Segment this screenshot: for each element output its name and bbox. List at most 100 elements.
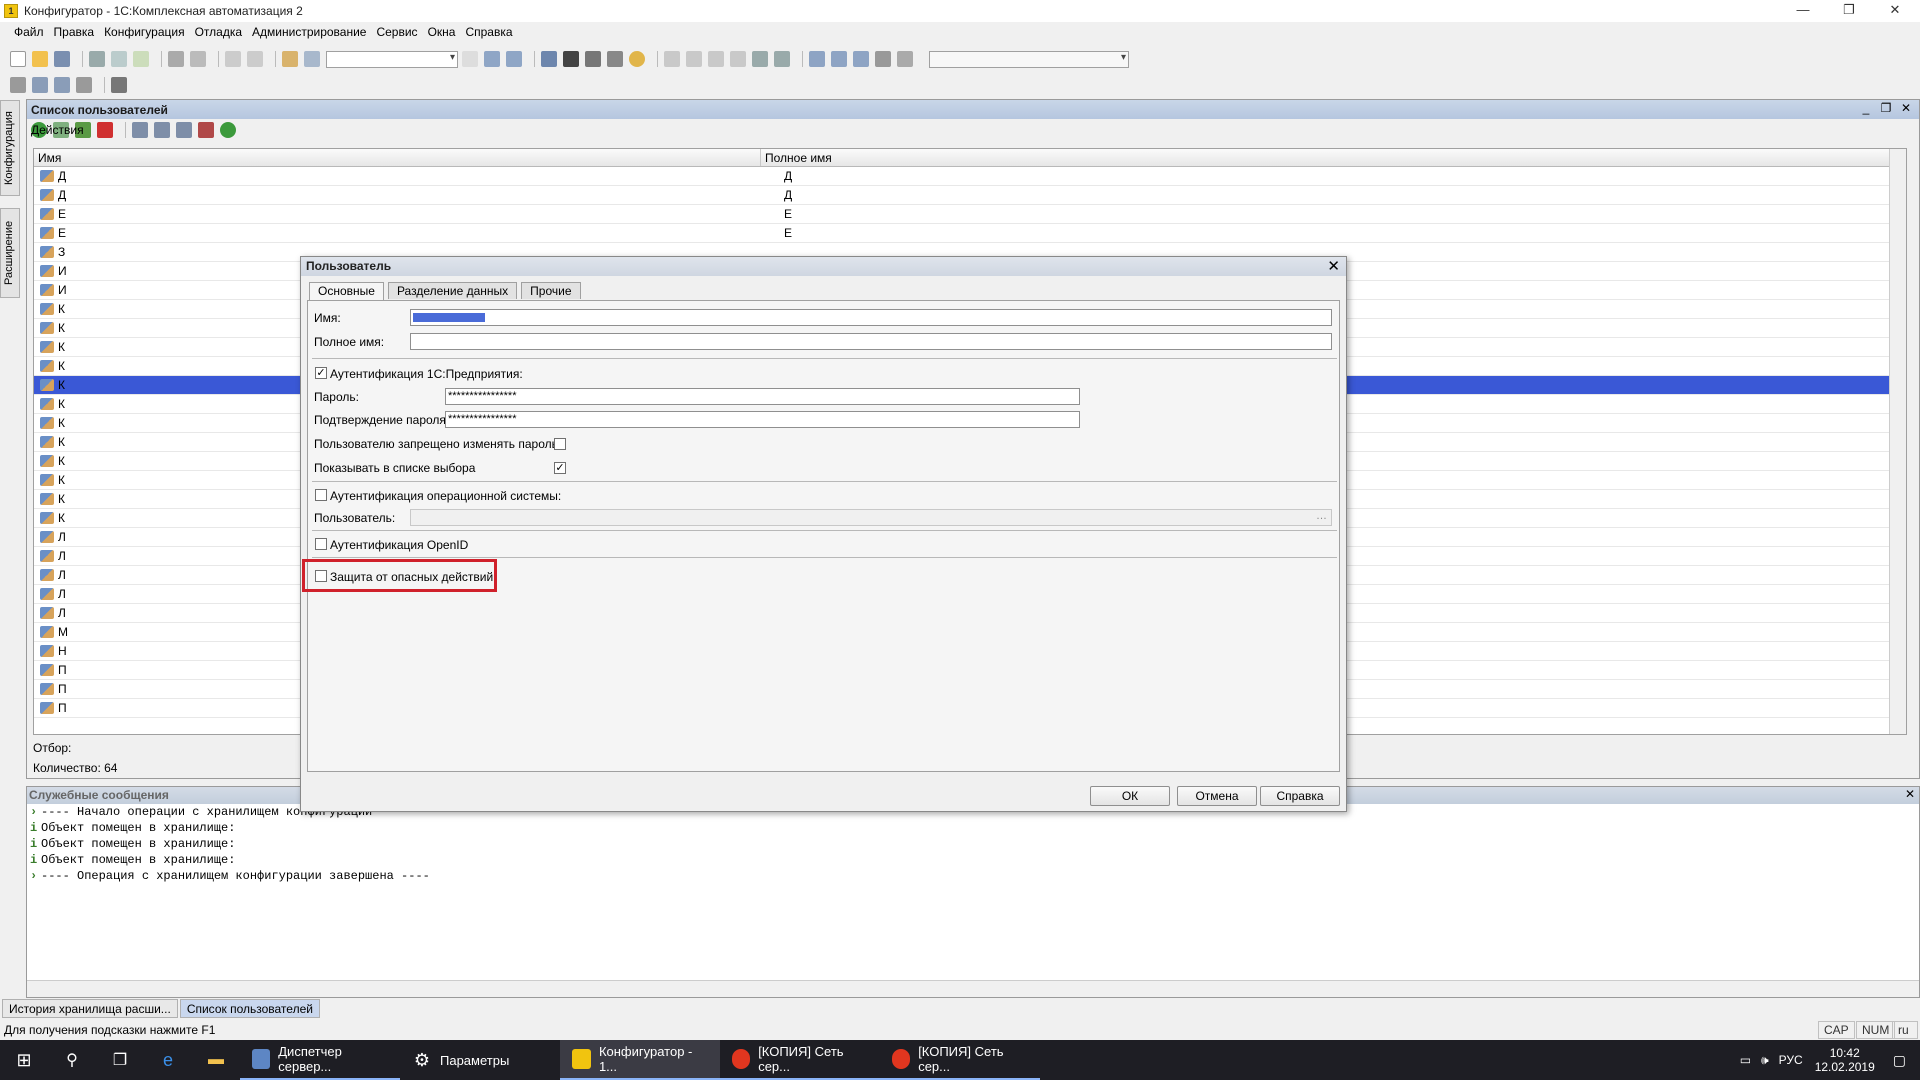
cut-icon[interactable] [89, 51, 105, 67]
undo-icon[interactable] [225, 51, 241, 67]
column-name-header[interactable]: Имя [34, 149, 761, 166]
step-icon[interactable] [774, 51, 790, 67]
search-icon[interactable] [304, 51, 320, 67]
taskbar-configurator[interactable]: Конфигуратор - 1... [560, 1040, 720, 1080]
tab-configuration[interactable]: Конфигурация [0, 100, 20, 196]
outdent-icon[interactable] [686, 51, 702, 67]
paste-icon[interactable] [133, 51, 149, 67]
name-field[interactable] [410, 309, 1332, 326]
repository-icon[interactable] [76, 77, 92, 93]
users-table-scrollbar[interactable] [1889, 149, 1906, 734]
menu-windows[interactable]: Окна [428, 25, 456, 39]
run-debug-icon[interactable] [752, 51, 768, 67]
redo-icon[interactable] [247, 51, 263, 67]
clock[interactable]: 10:42 12.02.2019 [1815, 1046, 1875, 1074]
input-language[interactable]: РУС [1779, 1053, 1803, 1067]
openid-checkbox[interactable] [315, 538, 327, 550]
module-icon[interactable] [585, 51, 601, 67]
ie-browser-icon[interactable]: e [144, 1040, 192, 1080]
clock-icon[interactable] [897, 51, 913, 67]
tab-repository-history[interactable]: История хранилища расши... [2, 998, 178, 1018]
tools-icon[interactable] [875, 51, 891, 67]
compare-icon[interactable] [54, 77, 70, 93]
taskbar-copy-1[interactable]: [КОПИЯ] Сеть сер... [720, 1040, 880, 1080]
taskbar-server-manager[interactable]: Диспетчер сервер... [240, 1040, 400, 1080]
uncomment-icon[interactable] [730, 51, 746, 67]
table-row[interactable]: ЕЕ [34, 224, 1906, 243]
clear-search-icon[interactable] [462, 51, 478, 67]
auth-os-checkbox[interactable] [315, 489, 327, 501]
tab-main[interactable]: Основные [309, 282, 384, 300]
restore-icon[interactable]: ❐ [1826, 0, 1872, 22]
minimize-icon[interactable]: _ [1857, 101, 1875, 115]
search-combo[interactable] [326, 50, 458, 68]
table-row[interactable]: ЕЕ [34, 205, 1906, 224]
os-user-field[interactable] [410, 509, 1332, 526]
fullname-field[interactable] [410, 333, 1332, 350]
syntax-check-icon[interactable] [563, 51, 579, 67]
protection-checkbox[interactable] [315, 570, 327, 582]
table-row[interactable]: ДД [34, 186, 1906, 205]
menu-service[interactable]: Сервис [376, 25, 417, 39]
windows-icon[interactable] [853, 51, 869, 67]
clear-filter-icon[interactable] [198, 122, 214, 138]
refresh-icon[interactable] [220, 122, 236, 138]
menu-administration[interactable]: Администрирование [252, 25, 366, 39]
confirm-password-field[interactable]: **************** [445, 411, 1080, 428]
print-preview-icon[interactable] [190, 51, 206, 67]
show-in-list-checkbox[interactable]: ✓ [554, 462, 566, 474]
panel-icon[interactable] [831, 51, 847, 67]
password-field[interactable]: **************** [445, 388, 1080, 405]
window-icon[interactable] [541, 51, 557, 67]
windows-start-icon[interactable]: ⊞ [0, 1040, 48, 1080]
notifications-icon[interactable]: ▢ [1893, 1052, 1906, 1069]
comment-icon[interactable] [708, 51, 724, 67]
find-in-files-icon[interactable] [282, 51, 298, 67]
help-button[interactable]: Справка [1260, 786, 1340, 806]
tab-data-separation[interactable]: Разделение данных [387, 282, 518, 299]
copy-icon[interactable] [111, 51, 127, 67]
info-icon[interactable] [629, 51, 645, 67]
select-user-icon[interactable]: … [1316, 510, 1327, 522]
table-row[interactable]: ДД [34, 167, 1906, 186]
save-icon[interactable] [54, 51, 70, 67]
menu-debug[interactable]: Отладка [195, 25, 242, 39]
context-combo[interactable] [929, 50, 1129, 68]
messages-scrollbar[interactable] [27, 980, 1919, 997]
close-icon[interactable]: ✕ [1905, 787, 1915, 801]
filter-value-icon[interactable] [154, 122, 170, 138]
auth-1c-checkbox[interactable]: ✓ [315, 367, 327, 379]
run-icon[interactable] [111, 77, 127, 93]
menu-file[interactable]: Файл [14, 25, 44, 39]
close-icon[interactable]: ✕ [1897, 101, 1915, 115]
filter-history-icon[interactable] [176, 122, 192, 138]
menu-edit[interactable]: Правка [54, 25, 95, 39]
tab-users-list[interactable]: Список пользователей [179, 998, 320, 1018]
procedure-icon[interactable] [607, 51, 623, 67]
actions-menu[interactable]: Действия [31, 123, 84, 137]
ok-button[interactable]: ОК [1090, 786, 1170, 806]
delete-user-icon[interactable] [97, 122, 113, 138]
filter-icon[interactable] [132, 122, 148, 138]
task-view-icon[interactable]: ❐ [96, 1040, 144, 1080]
restore-icon[interactable]: ❐ [1877, 101, 1895, 115]
menu-configuration[interactable]: Конфигурация [104, 25, 185, 39]
find-prev-icon[interactable] [506, 51, 522, 67]
taskbar-settings[interactable]: ⚙ Параметры [400, 1040, 560, 1080]
tab-extension[interactable]: Расширение [0, 208, 20, 298]
minimize-icon[interactable]: — [1780, 0, 1826, 22]
print-icon[interactable] [168, 51, 184, 67]
search-icon[interactable]: ⚲ [48, 1040, 96, 1080]
volume-icon[interactable]: 🕪 [1761, 1053, 1769, 1068]
network-icon[interactable]: ▭ [1740, 1053, 1751, 1067]
cancel-button[interactable]: Отмена [1177, 786, 1257, 806]
open-folder-icon[interactable] [32, 51, 48, 67]
close-icon[interactable]: ✕ [1872, 0, 1918, 22]
config-tree-icon[interactable] [10, 77, 26, 93]
column-fullname-header[interactable]: Полное имя [761, 149, 1906, 166]
new-document-icon[interactable] [10, 51, 26, 67]
db-config-icon[interactable] [32, 77, 48, 93]
forbid-change-checkbox[interactable] [554, 438, 566, 450]
tab-other[interactable]: Прочие [521, 282, 581, 299]
file-explorer-icon[interactable]: ▬ [192, 1040, 240, 1080]
